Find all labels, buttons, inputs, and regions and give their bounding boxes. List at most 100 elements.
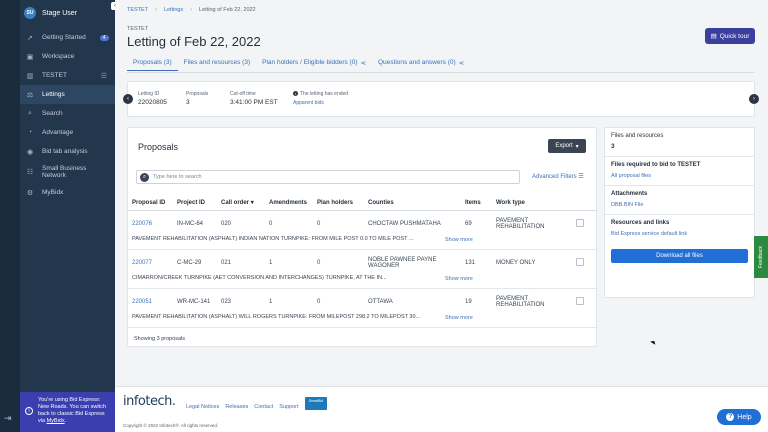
table-row: 220077 C-MC-29 021 1 0 NOBLE PAWNEE PAYN…	[128, 250, 596, 289]
breadcrumb-section[interactable]: Lettings	[164, 7, 183, 13]
support-link[interactable]: Support	[279, 404, 298, 410]
search-input[interactable]: ⌕ Type here to search	[136, 170, 520, 184]
tabs: Proposals (3) Files and resources (3) Pl…	[127, 57, 470, 71]
avatar: SU	[24, 7, 36, 19]
sliders-icon: ☰	[578, 174, 584, 180]
show-more-link[interactable]: Show more	[445, 315, 473, 321]
quick-tour-button[interactable]: ▤ Quick tour	[705, 28, 755, 44]
building-icon: ▥	[26, 72, 34, 80]
tab-files[interactable]: Files and resources (3)	[178, 57, 256, 71]
tab-proposals[interactable]: Proposals (3)	[127, 57, 178, 71]
proposal-description: CIMARRON/CREEK TURNPIKE (AET CONVERSION …	[132, 275, 387, 281]
smartbid-badge: SmartBid	[305, 397, 327, 410]
help-button[interactable]: ? Help	[717, 409, 761, 425]
sidebar-item-search[interactable]: ⌕ Search	[20, 104, 115, 123]
sidebar-item-testet[interactable]: ▥ TESTET ☰	[20, 66, 115, 85]
releases-link[interactable]: Releases	[225, 404, 248, 410]
proposals-count: Proposals 3	[186, 91, 209, 106]
cutoff-time: Cut-off time 3:41:00 PM EST	[230, 91, 278, 106]
advanced-filters-link[interactable]: Advanced Filters ☰	[532, 173, 584, 180]
main-content: TESTET › Lettings › Letting of Feb 22, 2…	[115, 0, 768, 432]
footer: infotech. Legal Notices Releases Contact…	[115, 386, 768, 432]
left-strip: ⇥	[0, 0, 20, 432]
sidebar: SU Stage User ‹ ➚ Getting Started 4 ▣ Works…	[20, 0, 119, 432]
letting-id: Letting ID 22020805	[138, 91, 167, 106]
sidebar-nav: ➚ Getting Started 4 ▣ Workspace ▥ TESTET ☰ ⚖ L…	[20, 28, 115, 202]
tab-questions[interactable]: Questions and answers (0) ⋖	[372, 57, 470, 71]
row-checkbox[interactable]	[576, 258, 584, 266]
all-proposal-files-link[interactable]: All proposal files	[611, 173, 748, 179]
question-icon: ?	[726, 413, 735, 421]
sidebar-item-advantage[interactable]: ◔ Advantage	[20, 123, 115, 142]
org-label: TESTET	[127, 26, 149, 32]
row-checkbox[interactable]	[576, 219, 584, 227]
attachment-link[interactable]: DBB.BIN File	[611, 202, 748, 208]
infotech-logo: infotech.	[123, 394, 176, 409]
count-badge: 4	[99, 34, 109, 41]
logout-icon[interactable]: ⇥	[4, 413, 12, 424]
legal-link[interactable]: Legal Notices	[186, 404, 219, 410]
search-icon: ⌕	[28, 109, 32, 117]
feedback-tab[interactable]: Feedback	[754, 236, 768, 278]
proposals-panel: Proposals Export ▾ ⌕ Type here to search A…	[127, 127, 597, 347]
breadcrumb-current: Letting of Feb 22, 2022	[199, 7, 256, 13]
show-more-link[interactable]: Show more	[445, 276, 473, 282]
proposals-table: Proposal ID Project ID Call order ▾ Amen…	[128, 195, 596, 328]
attachments-section: Attachments DBB.BIN File	[605, 186, 754, 215]
caret-down-icon: ▾	[575, 143, 579, 150]
tab-plan-holders[interactable]: Plan holders / Eligible bidders (0) ⋖	[256, 57, 372, 71]
divider	[127, 72, 755, 73]
row-count: Showing 3 proposals	[134, 336, 186, 342]
export-button[interactable]: Export ▾	[548, 139, 586, 153]
gavel-icon: ⚖	[26, 91, 34, 99]
prev-arrow-icon[interactable]: ‹	[123, 94, 133, 104]
gear-icon: ⚙	[26, 189, 34, 197]
mouse-cursor	[650, 339, 657, 345]
next-arrow-icon[interactable]: ›	[749, 94, 759, 104]
briefcase-icon: ▣	[26, 53, 34, 61]
row-checkbox[interactable]	[576, 297, 584, 305]
apparent-bids-link[interactable]: Apparent bids	[293, 100, 348, 106]
page-title: Letting of Feb 22, 2022	[127, 34, 261, 49]
proposal-link[interactable]: 220077	[128, 260, 177, 266]
service-link[interactable]: Bid Express service default link	[611, 231, 748, 237]
proposal-link[interactable]: 220076	[128, 221, 177, 227]
copyright: Copyright © 2022 Infotech®. All rights r…	[123, 423, 219, 428]
filter-icon[interactable]: ☰	[101, 72, 107, 80]
resources-header: Files and resources 3	[605, 128, 754, 157]
share-icon: ⋖	[458, 60, 465, 67]
table-row: 220051 WR-MC-141 023 1 0 OTTAWA 19 PAVEM…	[128, 289, 596, 328]
contact-link[interactable]: Contact	[254, 404, 273, 410]
network-icon: ☷	[26, 168, 34, 176]
sidebar-item-getting-started[interactable]: ➚ Getting Started 4	[20, 28, 115, 47]
sidebar-item-lettings[interactable]: ⚖ Lettings	[20, 85, 115, 104]
letting-summary: ‹ Letting ID 22020805 Proposals 3 Cut-off …	[123, 81, 759, 117]
user-menu[interactable]: SU Stage User	[20, 0, 115, 26]
resources-panel: Files and resources 3 Files required to …	[604, 127, 755, 298]
sidebar-item-sbn[interactable]: ☷ Small Business Network	[20, 161, 115, 183]
breadcrumb: TESTET › Lettings › Letting of Feb 22, 2…	[127, 7, 256, 13]
mybidx-link[interactable]: MyBidx	[47, 418, 65, 424]
table-header: Proposal ID Project ID Call order ▾ Amen…	[128, 195, 596, 211]
sidebar-item-bid-tab[interactable]: ◉ Bid tab analysis	[20, 142, 115, 161]
show-more-link[interactable]: Show more	[445, 237, 473, 243]
sidebar-item-mybidx[interactable]: ⚙ MyBidx	[20, 183, 115, 202]
promo-banner: i You're using Bid Express: New Roads. Y…	[20, 392, 115, 432]
info-icon: i	[25, 407, 33, 415]
search-icon: ⌕	[140, 172, 149, 182]
required-files-section: Files required to bid to TESTET All prop…	[605, 157, 754, 186]
download-all-button[interactable]: Download all files	[611, 249, 748, 263]
footer-links: Legal Notices Releases Contact Support	[186, 404, 299, 410]
sidebar-item-workspace[interactable]: ▣ Workspace	[20, 47, 115, 66]
proposal-link[interactable]: 220051	[128, 299, 177, 305]
tour-icon: ▤	[710, 33, 717, 40]
breadcrumb-root[interactable]: TESTET	[127, 7, 148, 13]
proposal-description: PAVEMENT REHABILITATION (ASPHALT) INDIAN…	[132, 236, 414, 242]
analysis-icon: ◉	[26, 148, 34, 156]
resources-links-section: Resources and links Bid Express service …	[605, 215, 754, 243]
rocket-icon: ➚	[27, 34, 33, 42]
sort-icon: ▾	[250, 200, 254, 206]
proposal-description: PAVEMENT REHABILITATION (ASPHALT) WILL R…	[132, 314, 421, 320]
chart-icon: ◔	[27, 129, 33, 136]
app-root: ⇥ SU Stage User ‹ ➚ Getting Started 4 ▣ Wor…	[0, 0, 768, 432]
